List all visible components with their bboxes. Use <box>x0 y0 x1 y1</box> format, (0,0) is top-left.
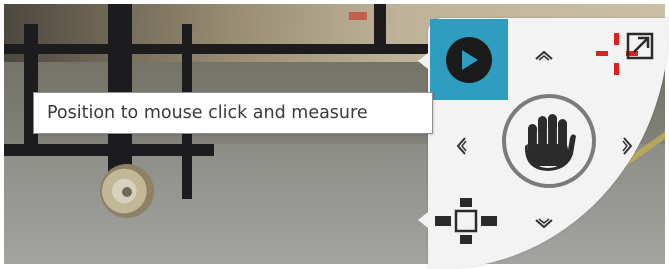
camera-view-window: Position to mouse click and measure <box>0 0 669 269</box>
panel-notch-top <box>418 53 428 69</box>
pan-right-button[interactable] <box>618 131 638 161</box>
center-position-icon <box>435 198 497 244</box>
cart-frame-low <box>4 144 214 156</box>
chevron-right-icon <box>622 137 633 155</box>
tooltip-text: Position to mouse click and measure <box>47 103 368 123</box>
chevron-up-icon <box>535 50 553 61</box>
pan-left-button[interactable] <box>451 131 471 161</box>
center-position-button[interactable] <box>432 197 502 245</box>
chevron-down-icon <box>535 218 553 229</box>
play-icon <box>446 36 492 83</box>
hand-icon <box>513 105 585 177</box>
tooltip: Position to mouse click and measure <box>33 92 433 134</box>
expand-icon <box>626 32 654 60</box>
expand-button[interactable] <box>622 28 658 64</box>
pan-up-button[interactable] <box>529 45 559 65</box>
cart-caster-hub <box>122 187 132 197</box>
pan-down-button[interactable] <box>529 214 559 234</box>
play-button[interactable] <box>430 19 508 100</box>
chevron-left-icon <box>456 137 467 155</box>
cart-frame-right <box>374 4 386 54</box>
drag-pan-button[interactable] <box>502 94 596 188</box>
cart-frame-left <box>24 24 38 154</box>
panel-notch-bottom <box>418 212 428 228</box>
wall-mark <box>349 12 367 20</box>
